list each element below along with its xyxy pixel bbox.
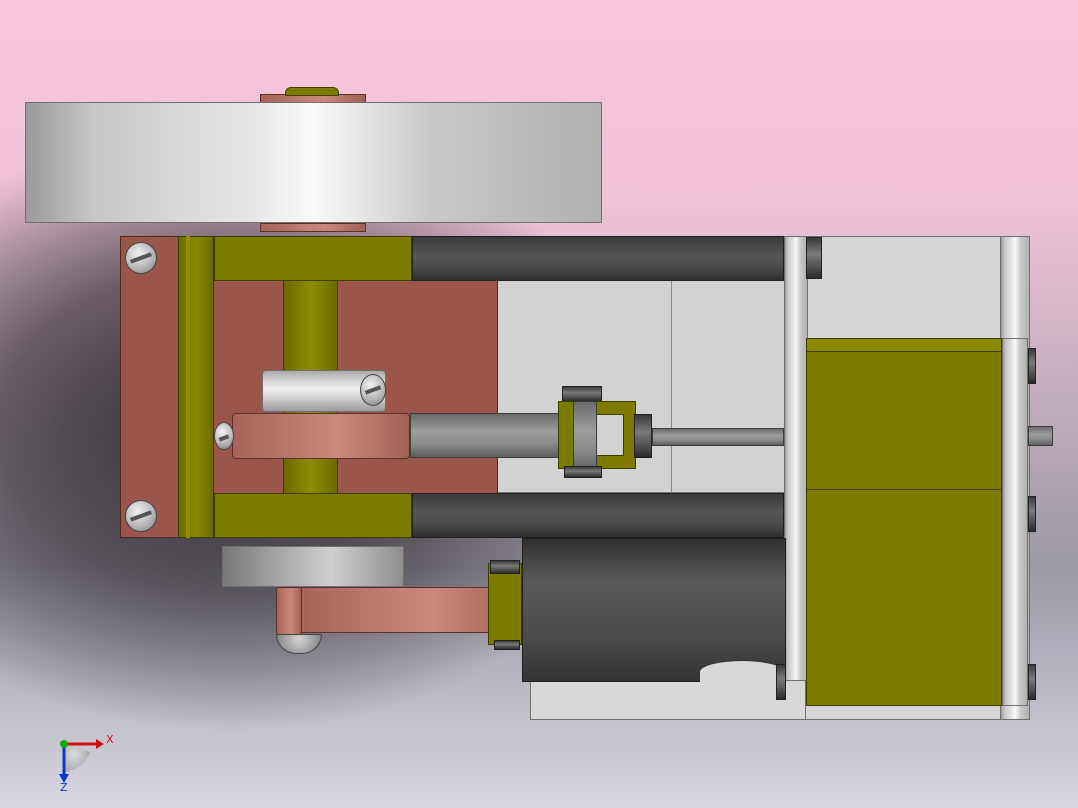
lower-base[interactable] <box>530 680 806 720</box>
flywheel[interactable] <box>25 102 602 223</box>
x-axis-label: X <box>106 733 114 746</box>
cylinder-bolt-1[interactable] <box>1028 348 1036 384</box>
cylinder-block-upper[interactable] <box>806 338 1002 490</box>
clevis-pin[interactable] <box>573 401 597 473</box>
cylinder-block-lower[interactable] <box>806 489 1002 706</box>
crank-pin-icon[interactable] <box>214 422 234 450</box>
eccentric-pivot-cap[interactable] <box>276 634 322 654</box>
cylinder-bolt-3[interactable] <box>1028 664 1036 700</box>
lower-crossbar[interactable] <box>214 493 412 538</box>
upper-crossbar[interactable] <box>214 236 412 281</box>
end-plate-nut-top[interactable] <box>806 237 822 279</box>
clevis-lock-nut[interactable] <box>634 414 652 458</box>
frame-side-bar-edge <box>186 236 190 538</box>
cylinder-side-cap[interactable] <box>1002 338 1028 706</box>
eccentric-arm-pivot[interactable] <box>276 587 302 635</box>
cylinder-block-top-band <box>806 338 1002 352</box>
clevis-nut-bottom[interactable] <box>564 466 602 478</box>
flywheel-hub-bottom[interactable] <box>260 223 366 232</box>
valve-cylinder-cutout <box>700 660 784 684</box>
collar-screw-icon[interactable] <box>360 374 386 406</box>
valve-rod-nut-lower[interactable] <box>494 640 520 650</box>
valve-rod[interactable] <box>652 428 784 446</box>
end-plate-flange-left[interactable] <box>784 236 808 706</box>
valve-cylinder-nut[interactable] <box>776 664 786 700</box>
clevis-nut-top[interactable] <box>562 386 602 402</box>
y-axis-dot <box>60 740 68 748</box>
crank-disc[interactable] <box>232 413 410 459</box>
screw-icon[interactable] <box>125 242 157 274</box>
valve-rod-block[interactable] <box>488 563 522 645</box>
frame-side-bar[interactable] <box>178 236 214 538</box>
crankshaft-top-end[interactable] <box>285 87 339 96</box>
triad-shade <box>64 742 90 772</box>
cad-viewport[interactable]: X Z <box>0 0 1078 808</box>
guide-rod-upper[interactable] <box>412 236 784 281</box>
base-plate-divider <box>671 280 672 493</box>
z-axis-label: Z <box>60 781 68 792</box>
eccentric-sheave[interactable] <box>222 546 404 587</box>
coordinate-triad: X Z <box>59 733 114 792</box>
guide-rod-lower[interactable] <box>412 493 784 538</box>
cylinder-bolt-2[interactable] <box>1028 496 1036 532</box>
output-shaft[interactable] <box>1028 426 1053 446</box>
valve-rod-nut[interactable] <box>490 560 520 574</box>
x-axis-arrowhead <box>96 739 104 749</box>
base-plate[interactable] <box>497 280 787 493</box>
screw-icon[interactable] <box>125 500 157 532</box>
